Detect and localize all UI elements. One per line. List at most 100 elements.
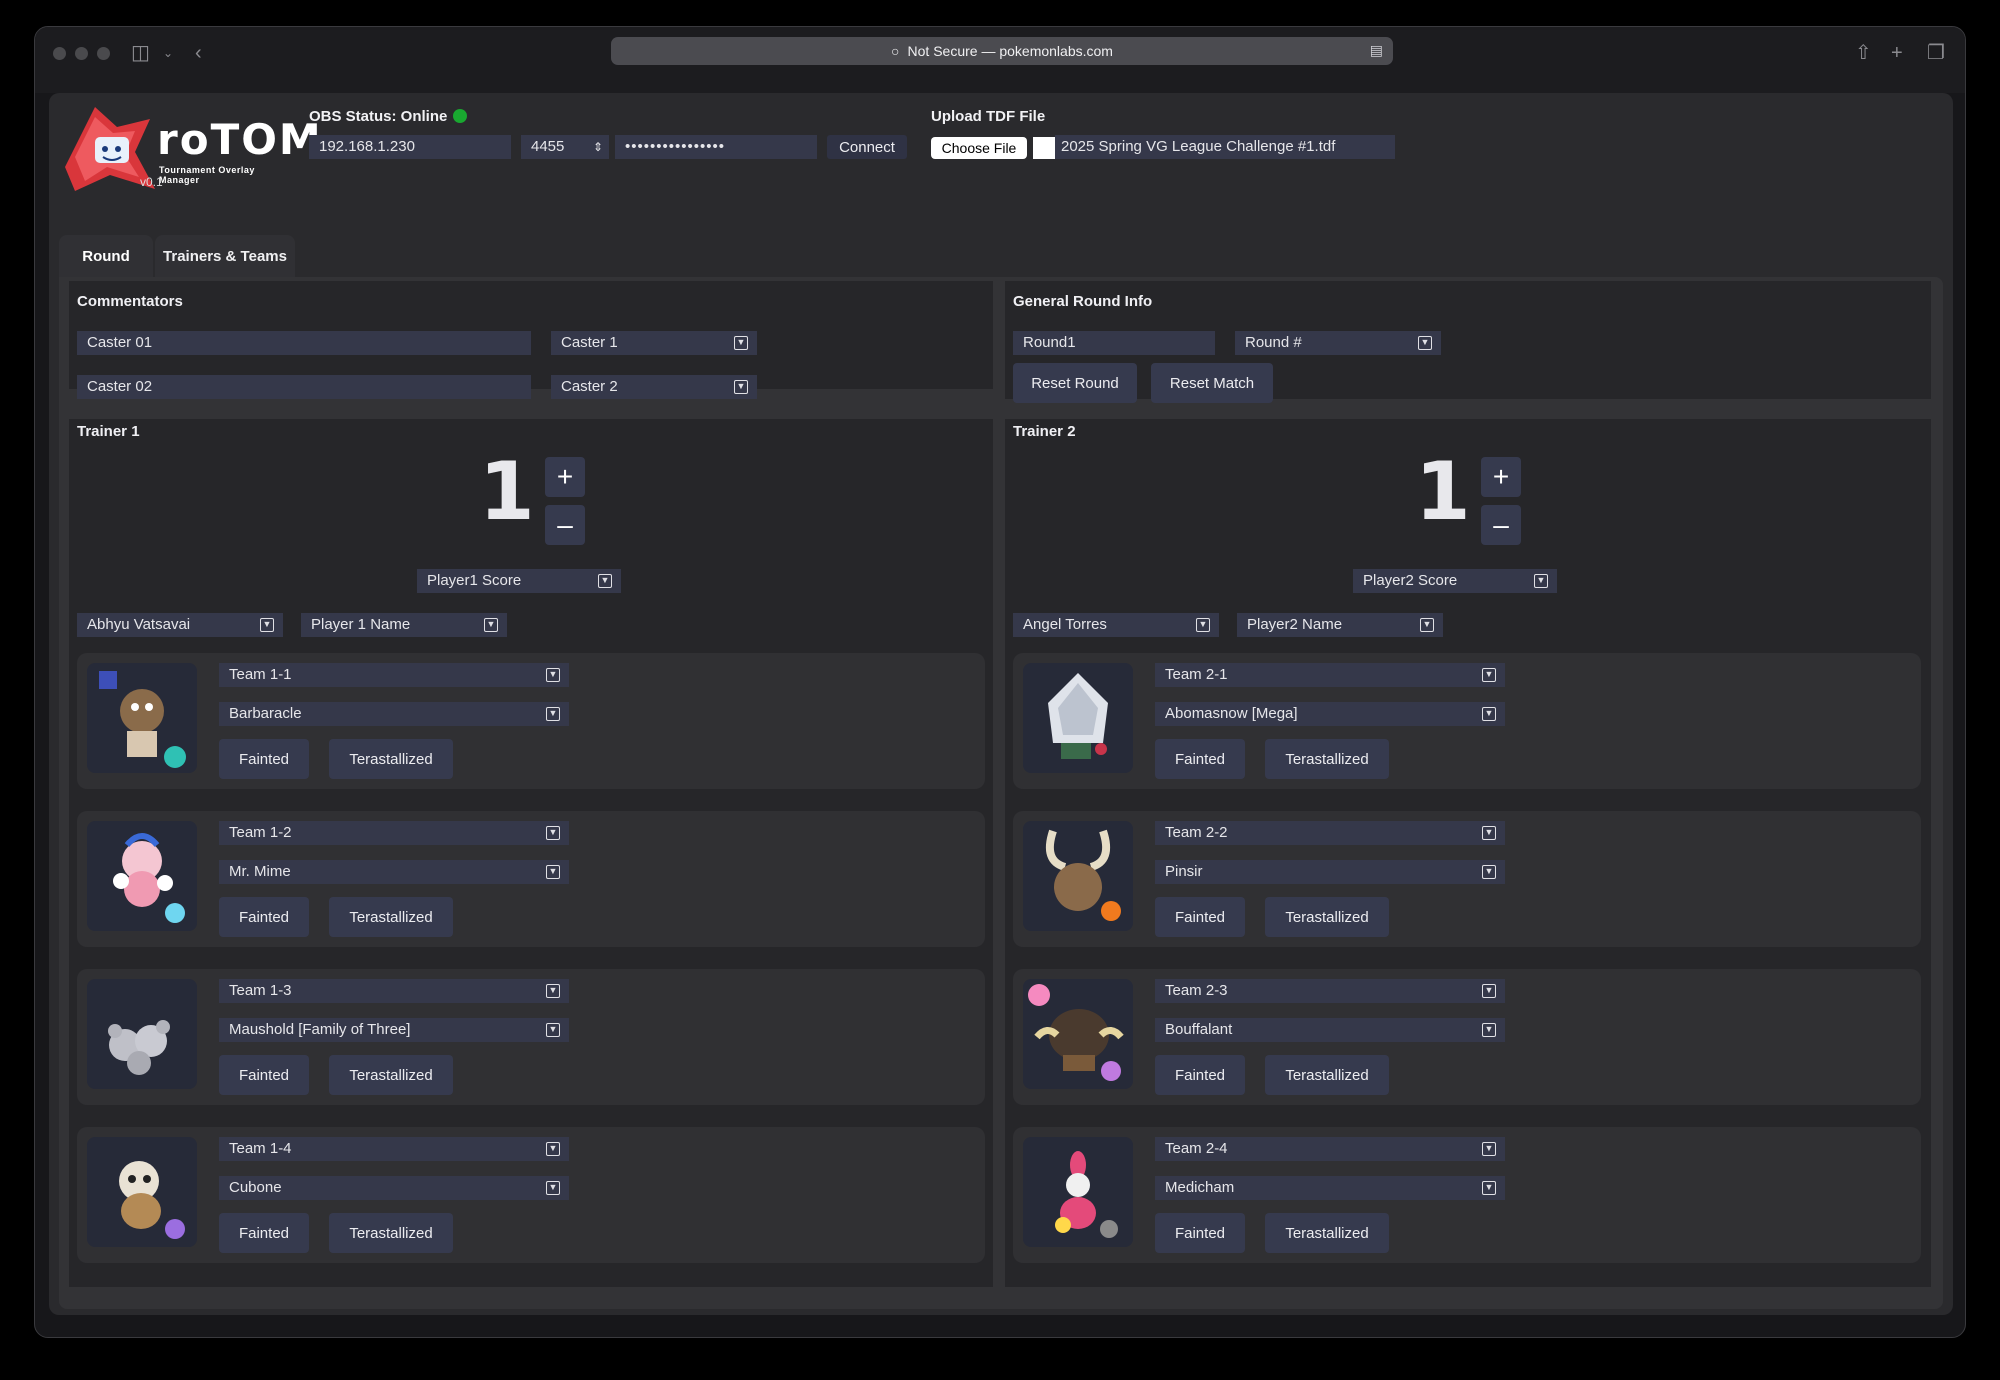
reset-match-button[interactable]: Reset Match (1151, 363, 1273, 403)
caster-1-select-value: Caster 1 (561, 334, 618, 351)
choose-file-button[interactable]: Choose File (931, 137, 1027, 159)
team-member-card: Team 2-2 ▼ Pinsir ▼ Fainted Terastallized (1013, 811, 1921, 947)
fainted-button[interactable]: Fainted (219, 739, 309, 779)
team-slot-value: Team 2-1 (1165, 666, 1228, 683)
dropdown-caret-icon: ▼ (734, 336, 748, 350)
dropdown-caret-icon: ▼ (1196, 618, 1210, 632)
terastallized-button[interactable]: Terastallized (1265, 739, 1389, 779)
pokemon-select[interactable]: Pinsir ▼ (1155, 860, 1505, 884)
round-input[interactable]: Round1 (1013, 331, 1215, 355)
medicham-sprite-icon (1023, 1137, 1133, 1247)
caster-1-select[interactable]: Caster 1 ▼ (551, 331, 757, 355)
terastallized-button[interactable]: Terastallized (329, 897, 453, 937)
sidebar-toggle-icon[interactable]: ◫ (131, 41, 150, 65)
tabs-overview-icon[interactable]: ❐ (1927, 41, 1945, 65)
dropdown-caret-icon: ▼ (1534, 574, 1548, 588)
trainer-1-name-select[interactable]: Abhyu Vatsavai ▼ (77, 613, 283, 637)
trainer-2-name-value: Angel Torres (1023, 616, 1107, 633)
dropdown-caret-icon: ▼ (546, 1023, 560, 1037)
team-slot-value: Team 1-2 (229, 824, 292, 841)
address-bar[interactable]: ○ Not Secure — pokemonlabs.com ▤ (611, 37, 1393, 65)
team-slot-select[interactable]: Team 2-4 ▼ (1155, 1137, 1505, 1161)
pokemon-select[interactable]: Abomasnow [Mega] ▼ (1155, 702, 1505, 726)
trainer-1-score-plus-button[interactable]: + (545, 457, 585, 497)
terastallized-button[interactable]: Terastallized (329, 1213, 453, 1253)
bouffalant-sprite-icon (1023, 979, 1133, 1089)
caster-2-input[interactable]: Caster 02 (77, 375, 531, 399)
fainted-button[interactable]: Fainted (1155, 897, 1245, 937)
terastallized-button[interactable]: Terastallized (329, 1055, 453, 1095)
pokemon-name-value: Barbaracle (229, 705, 302, 722)
dropdown-caret-icon: ▼ (546, 707, 560, 721)
upload-label: Upload TDF File (931, 108, 1046, 125)
trainer-1-score-select[interactable]: Player1 Score ▼ (417, 569, 621, 593)
terastallized-button[interactable]: Terastallized (1265, 897, 1389, 937)
team-slot-select[interactable]: Team 1-3 ▼ (219, 979, 569, 1003)
trainer-2-name-select[interactable]: Angel Torres ▼ (1013, 613, 1219, 637)
trainer-2-score-plus-button[interactable]: + (1481, 457, 1521, 497)
pokemon-select[interactable]: Medicham ▼ (1155, 1176, 1505, 1200)
upload-filename: 2025 Spring VG League Challenge #1.tdf (1055, 135, 1395, 159)
window-controls[interactable] (53, 47, 110, 60)
app-page: roTOM Tournament Overlay Manager v0.1 OB… (49, 93, 1953, 1315)
obs-port-input[interactable]: 4455 ⇕ (521, 135, 609, 159)
mr-mime-sprite-icon (87, 821, 197, 931)
team-slot-select[interactable]: Team 1-4 ▼ (219, 1137, 569, 1161)
terastallized-button[interactable]: Terastallized (1265, 1213, 1389, 1253)
share-icon[interactable]: ⇧ (1855, 41, 1872, 65)
trainer-2-score-minus-button[interactable]: – (1481, 505, 1521, 545)
caster-2-select-value: Caster 2 (561, 378, 618, 395)
caster-2-select[interactable]: Caster 2 ▼ (551, 375, 757, 399)
trainer-2-name-source-select[interactable]: Player2 Name ▼ (1237, 613, 1443, 637)
pokemon-select[interactable]: Cubone ▼ (219, 1176, 569, 1200)
port-stepper-icon[interactable]: ⇕ (593, 135, 603, 159)
app-logo: roTOM Tournament Overlay Manager v0.1 (55, 97, 321, 195)
fainted-button[interactable]: Fainted (219, 1055, 309, 1095)
fainted-button[interactable]: Fainted (219, 897, 309, 937)
team-slot-value: Team 1-3 (229, 982, 292, 999)
pokemon-name-value: Bouffalant (1165, 1021, 1233, 1038)
team-slot-select[interactable]: Team 1-2 ▼ (219, 821, 569, 845)
new-tab-icon[interactable]: + (1891, 41, 1903, 65)
team-slot-select[interactable]: Team 2-1 ▼ (1155, 663, 1505, 687)
pokemon-select[interactable]: Bouffalant ▼ (1155, 1018, 1505, 1042)
caster-1-input[interactable]: Caster 01 (77, 331, 531, 355)
pokemon-select[interactable]: Barbaracle ▼ (219, 702, 569, 726)
round-number-select[interactable]: Round # ▼ (1235, 331, 1441, 355)
connect-button[interactable]: Connect (827, 135, 907, 159)
terastallized-button[interactable]: Terastallized (1265, 1055, 1389, 1095)
team-member-card: Team 2-1 ▼ Abomasnow [Mega] ▼ Fainted Tera… (1013, 653, 1921, 789)
fainted-button[interactable]: Fainted (219, 1213, 309, 1253)
team-slot-select[interactable]: Team 1-1 ▼ (219, 663, 569, 687)
dropdown-caret-icon: ▼ (546, 984, 560, 998)
fainted-button[interactable]: Fainted (1155, 739, 1245, 779)
close-dot-icon[interactable] (53, 47, 66, 60)
maximize-dot-icon[interactable] (97, 47, 110, 60)
team-slot-select[interactable]: Team 2-2 ▼ (1155, 821, 1505, 845)
reset-round-button[interactable]: Reset Round (1013, 363, 1137, 403)
team-slot-select[interactable]: Team 2-3 ▼ (1155, 979, 1505, 1003)
tab-trainers-teams[interactable]: Trainers & Teams (155, 235, 295, 277)
pokemon-select[interactable]: Maushold [Family of Three] ▼ (219, 1018, 569, 1042)
reader-icon[interactable]: ▤ (1370, 42, 1383, 59)
trainer-2-score-select[interactable]: Player2 Score ▼ (1353, 569, 1557, 593)
globe-icon: ○ (891, 43, 900, 59)
minimize-dot-icon[interactable] (75, 47, 88, 60)
pokemon-name-value: Pinsir (1165, 863, 1203, 880)
dropdown-caret-icon: ▼ (1482, 1181, 1496, 1195)
obs-ip-input[interactable]: 192.168.1.230 (309, 135, 511, 159)
fainted-button[interactable]: Fainted (1155, 1213, 1245, 1253)
chevron-down-icon[interactable]: ⌄ (163, 41, 173, 65)
trainer-2-section: Trainer 2 1 + – Player2 Score ▼ Angel Tor… (1005, 419, 1931, 1287)
barbaracle-sprite-icon (87, 663, 197, 773)
terastallized-button[interactable]: Terastallized (329, 739, 453, 779)
pokemon-select[interactable]: Mr. Mime ▼ (219, 860, 569, 884)
obs-password-input[interactable]: •••••••••••••••• (615, 135, 817, 159)
trainer-1-score-minus-button[interactable]: – (545, 505, 585, 545)
pokemon-name-value: Maushold [Family of Three] (229, 1021, 411, 1038)
fainted-button[interactable]: Fainted (1155, 1055, 1245, 1095)
tab-round[interactable]: Round (59, 235, 153, 277)
trainer-1-name-source-select[interactable]: Player 1 Name ▼ (301, 613, 507, 637)
trainer-1-title: Trainer 1 (77, 423, 140, 440)
back-icon[interactable]: ‹ (195, 41, 202, 65)
